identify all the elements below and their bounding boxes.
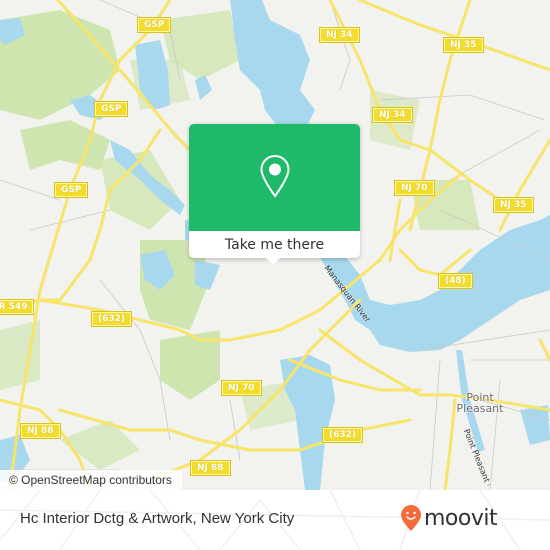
highway-shield-nj-88: NJ 88: [190, 460, 231, 476]
moovit-logo[interactable]: moovit: [400, 504, 498, 532]
place-label-line: Pleasant: [456, 402, 504, 415]
popup-pointer: [265, 257, 281, 265]
highway-shield-nj-34: NJ 34: [319, 27, 360, 43]
footer-bar: Hc Interior Dctg & Artwork, New York Cit…: [0, 490, 550, 550]
highway-shield-nj-70: NJ 70: [221, 380, 262, 396]
highway-shield-cr-48: (48): [438, 273, 473, 289]
highway-shield-nj-34: NJ 34: [372, 107, 413, 123]
highway-shield-cr-632: (632): [321, 427, 364, 443]
highway-shield-cr-632: (632): [90, 311, 133, 327]
moovit-pin-icon: [401, 505, 421, 531]
highway-shield-nj-35: NJ 35: [493, 197, 534, 213]
brand-name: moovit: [424, 505, 498, 531]
highway-shield-gsp: GSP: [53, 182, 89, 198]
highway-shield-gsp: GSP: [93, 101, 129, 117]
place-title: Hc Interior Dctg & Artwork, New York Cit…: [20, 510, 295, 527]
location-pin-icon: [260, 154, 290, 198]
highway-shield-nj-35: NJ 35: [443, 37, 484, 53]
location-popup[interactable]: [189, 124, 360, 231]
map-attribution[interactable]: © OpenStreetMap contributors: [0, 470, 182, 490]
highway-shield-gsp: GSP: [136, 17, 172, 33]
take-me-there-button[interactable]: Take me there: [189, 231, 360, 258]
highway-shield-nj-88: NJ 88: [20, 423, 61, 439]
place-label-point-pleasant: Point Pleasant: [440, 392, 520, 414]
highway-shield-nj-70: NJ 70: [394, 180, 435, 196]
highway-shield-cr-549: CR 549: [0, 299, 35, 315]
